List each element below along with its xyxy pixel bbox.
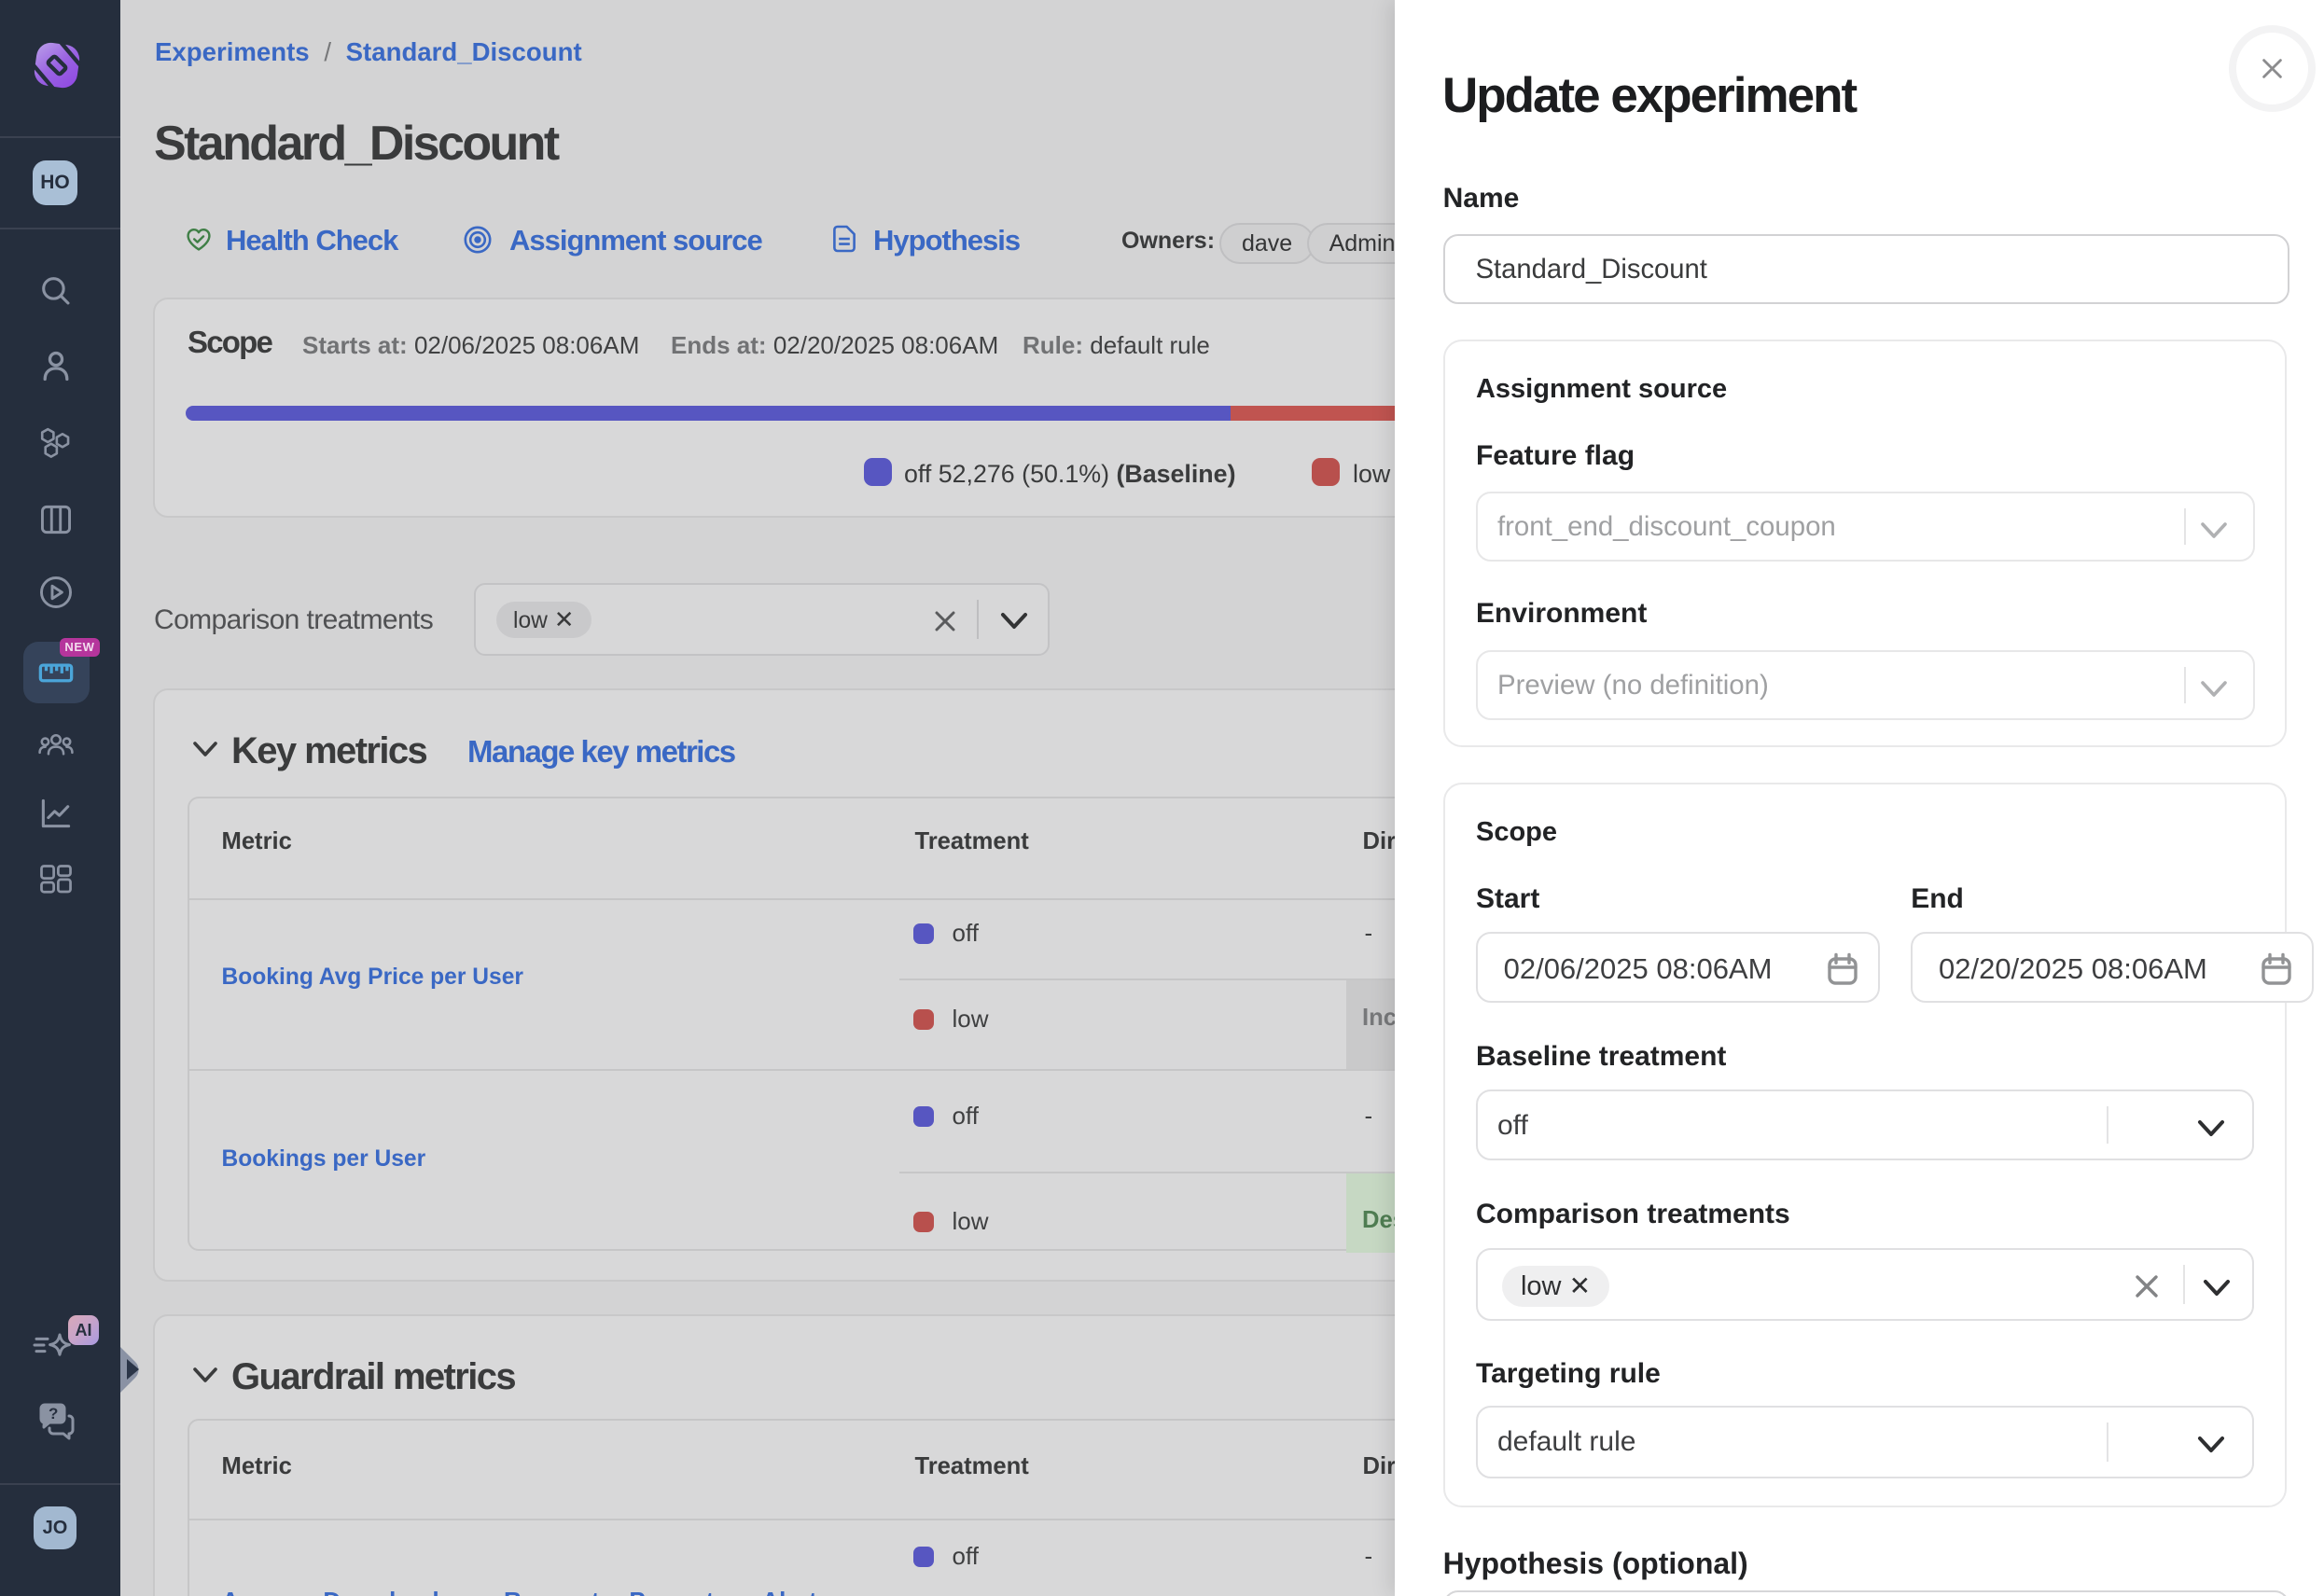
svg-text:?: ? (49, 1405, 58, 1423)
